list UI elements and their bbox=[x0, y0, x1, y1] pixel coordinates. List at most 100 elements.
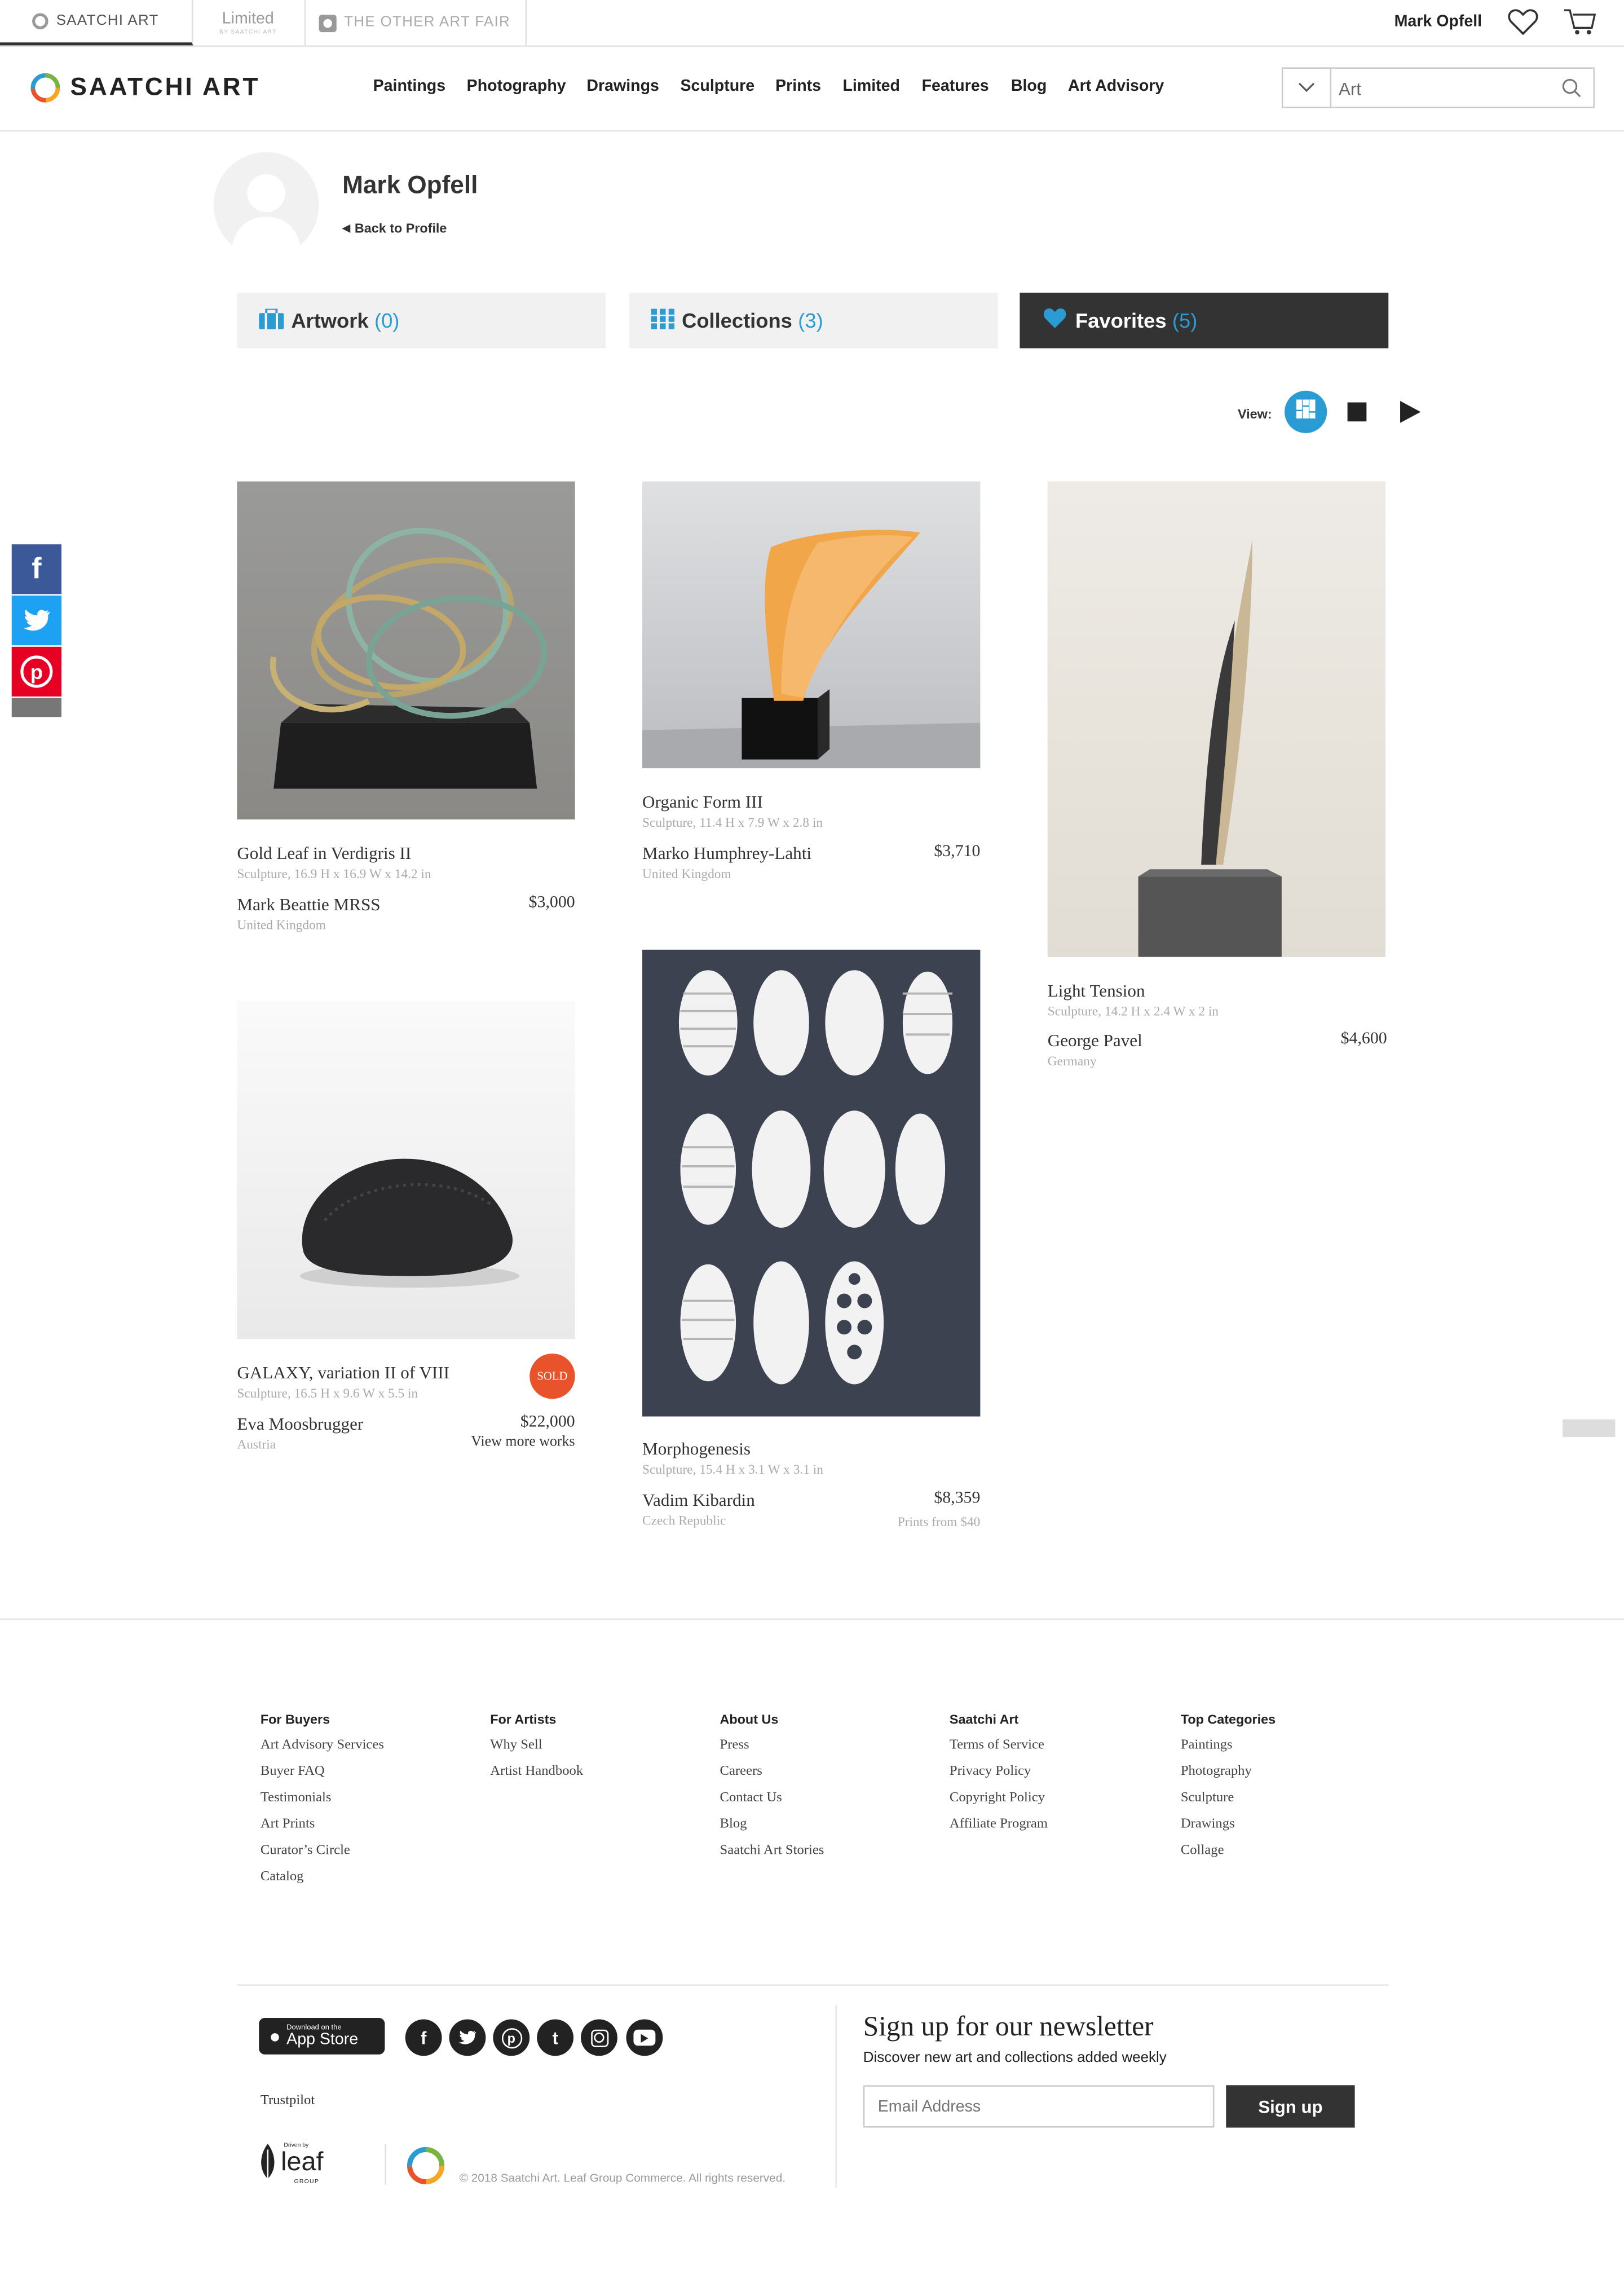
footer-divider bbox=[0, 1618, 1624, 1620]
artwork-title-5[interactable]: Morphogenesis bbox=[642, 1438, 751, 1460]
footer-link[interactable]: Collage bbox=[1181, 1844, 1276, 1858]
back-to-top-button[interactable] bbox=[1563, 1419, 1616, 1437]
footer-link[interactable]: Contact Us bbox=[720, 1791, 824, 1806]
heart-icon[interactable] bbox=[1507, 7, 1539, 37]
tab-other-art-fair[interactable]: THE OTHER ART FAIR bbox=[304, 0, 527, 46]
artwork-image-1[interactable] bbox=[237, 481, 575, 819]
leaf-big-text: leaf bbox=[281, 2146, 324, 2176]
artwork-artist-3[interactable]: George Pavel bbox=[1048, 1030, 1142, 1052]
app-store-button[interactable]: ● Download on the App Store bbox=[259, 2017, 385, 2055]
nav-blog[interactable]: Blog bbox=[1011, 78, 1047, 95]
footer-link[interactable]: Careers bbox=[720, 1765, 824, 1779]
tab-saatchi-art[interactable]: SAATCHI ART bbox=[0, 0, 193, 46]
search-input[interactable] bbox=[1335, 73, 1547, 105]
artwork-artist-1[interactable]: Mark Beattie MRSS bbox=[237, 894, 380, 916]
trustpilot-widget[interactable]: Trustpilot bbox=[261, 2094, 315, 2109]
view-more-works-link[interactable]: View more works bbox=[429, 1434, 575, 1451]
saatchi-logo-text[interactable]: SAATCHI ART bbox=[70, 73, 261, 103]
back-to-profile-link[interactable]: ◀ Back to Profile bbox=[342, 221, 447, 236]
footer-col-categories: Top Categories Paintings Photography Scu… bbox=[1181, 1712, 1276, 1858]
tab-favorites[interactable]: Favorites (5) bbox=[1020, 292, 1389, 349]
nav-drawings[interactable]: Drawings bbox=[586, 78, 659, 95]
saatchi-logo-icon[interactable] bbox=[29, 72, 61, 104]
saatchi-footer-logo-icon[interactable] bbox=[404, 2144, 448, 2188]
slideshow-play-icon[interactable] bbox=[1400, 400, 1421, 430]
pinterest-icon[interactable]: p bbox=[493, 2019, 530, 2056]
tab-artwork[interactable]: Artwork (0) bbox=[237, 292, 606, 349]
footer-link[interactable]: Blog bbox=[720, 1817, 824, 1832]
artwork-location-4: Austria bbox=[237, 1436, 276, 1452]
instagram-icon[interactable] bbox=[581, 2019, 617, 2056]
footer-link[interactable]: Drawings bbox=[1181, 1817, 1276, 1832]
artwork-image-5[interactable] bbox=[642, 949, 981, 1417]
tab-limited[interactable]: Limited BY SAATCHI ART bbox=[192, 0, 306, 46]
profile-name: Mark Opfell bbox=[342, 171, 478, 199]
prints-from-link[interactable]: Prints from $40 bbox=[834, 1514, 981, 1529]
user-name-link[interactable]: Mark Opfell bbox=[1394, 13, 1482, 30]
footer-link[interactable]: Copyright Policy bbox=[950, 1791, 1048, 1806]
tab-limited-sub: BY SAATCHI ART bbox=[219, 28, 277, 36]
footer-link[interactable]: Affiliate Program bbox=[950, 1817, 1048, 1832]
search-category-dropdown[interactable] bbox=[1283, 68, 1332, 107]
search-icon[interactable] bbox=[1561, 78, 1581, 105]
artwork-title-1[interactable]: Gold Leaf in Verdigris II bbox=[237, 843, 411, 865]
footer-link[interactable]: Saatchi Art Stories bbox=[720, 1844, 824, 1858]
nav-features[interactable]: Features bbox=[922, 78, 989, 95]
newsletter-signup-button[interactable]: Sign up bbox=[1226, 2085, 1355, 2128]
artwork-location-3: Germany bbox=[1047, 1054, 1097, 1069]
email-share-icon[interactable] bbox=[11, 698, 61, 717]
footer-link[interactable]: Art Advisory Services bbox=[261, 1738, 384, 1753]
artwork-title-4[interactable]: GALAXY, variation II of VIII bbox=[237, 1363, 449, 1385]
nav-paintings[interactable]: Paintings bbox=[373, 78, 445, 95]
artwork-image-4[interactable] bbox=[237, 1000, 575, 1339]
view-grid-button[interactable] bbox=[1285, 390, 1327, 434]
artwork-title-2[interactable]: Organic Form III bbox=[642, 792, 763, 814]
cart-icon[interactable] bbox=[1563, 7, 1597, 37]
pinterest-share-icon[interactable]: p bbox=[11, 646, 61, 697]
view-single-button[interactable] bbox=[1347, 402, 1367, 422]
facebook-share-icon[interactable]: f bbox=[11, 544, 61, 594]
newsletter-title: Sign up for our newsletter bbox=[863, 2012, 1154, 2043]
footer-link[interactable]: Sculpture bbox=[1181, 1791, 1276, 1806]
artwork-location-1: United Kingdom bbox=[237, 917, 326, 932]
nav-limited[interactable]: Limited bbox=[842, 78, 900, 95]
footer-link[interactable]: Catalog bbox=[261, 1870, 384, 1885]
footer-link[interactable]: Terms of Service bbox=[950, 1738, 1048, 1753]
youtube-icon[interactable] bbox=[626, 2019, 663, 2056]
footer-heading: About Us bbox=[720, 1712, 779, 1727]
nav-sculpture[interactable]: Sculpture bbox=[680, 78, 754, 95]
footer-inner-divider bbox=[237, 1984, 1389, 1986]
footer-link[interactable]: Paintings bbox=[1181, 1738, 1276, 1753]
footer-link[interactable]: Privacy Policy bbox=[950, 1765, 1048, 1779]
footer-link[interactable]: Buyer FAQ bbox=[261, 1765, 384, 1779]
heart-filled-icon bbox=[1042, 307, 1068, 334]
artwork-artist-4[interactable]: Eva Moosbrugger bbox=[237, 1413, 363, 1435]
footer-link[interactable]: Art Prints bbox=[261, 1817, 384, 1832]
footer-link[interactable]: Press bbox=[720, 1738, 824, 1753]
footer-link[interactable]: Artist Handbook bbox=[490, 1765, 583, 1779]
artwork-artist-5[interactable]: Vadim Kibardin bbox=[642, 1489, 755, 1511]
twitter-share-icon[interactable] bbox=[11, 596, 61, 646]
leaf-icon bbox=[261, 2144, 275, 2182]
footer-col-buyers: For Buyers Art Advisory Services Buyer F… bbox=[261, 1712, 384, 1885]
nav-photography[interactable]: Photography bbox=[467, 78, 566, 95]
artwork-title-3[interactable]: Light Tension bbox=[1048, 980, 1145, 1002]
artwork-image-3[interactable] bbox=[1047, 481, 1386, 957]
view-label: View: bbox=[1238, 407, 1272, 422]
footer-link[interactable]: Photography bbox=[1181, 1765, 1276, 1779]
nav-prints[interactable]: Prints bbox=[775, 78, 821, 95]
leaf-group-logo[interactable]: Driven by leaf GROUP bbox=[259, 2141, 329, 2185]
tab-collections[interactable]: Collections (3) bbox=[629, 292, 998, 349]
twitter-icon[interactable] bbox=[449, 2019, 486, 2056]
footer-link[interactable]: Testimonials bbox=[261, 1791, 384, 1806]
facebook-icon[interactable]: f bbox=[405, 2019, 442, 2056]
artwork-image-2[interactable] bbox=[642, 481, 981, 769]
footer-link[interactable]: Why Sell bbox=[490, 1738, 583, 1753]
artwork-artist-2[interactable]: Marko Humphrey-Lahti bbox=[642, 843, 811, 865]
newsletter-email-input[interactable] bbox=[863, 2085, 1215, 2128]
footer-heading: Saatchi Art bbox=[949, 1712, 1019, 1727]
nav-art-advisory[interactable]: Art Advisory bbox=[1068, 78, 1164, 95]
tumblr-icon[interactable]: t bbox=[537, 2019, 574, 2056]
tab-saatchi-art-label: SAATCHI ART bbox=[56, 13, 159, 29]
footer-link[interactable]: Curator’s Circle bbox=[261, 1844, 384, 1858]
